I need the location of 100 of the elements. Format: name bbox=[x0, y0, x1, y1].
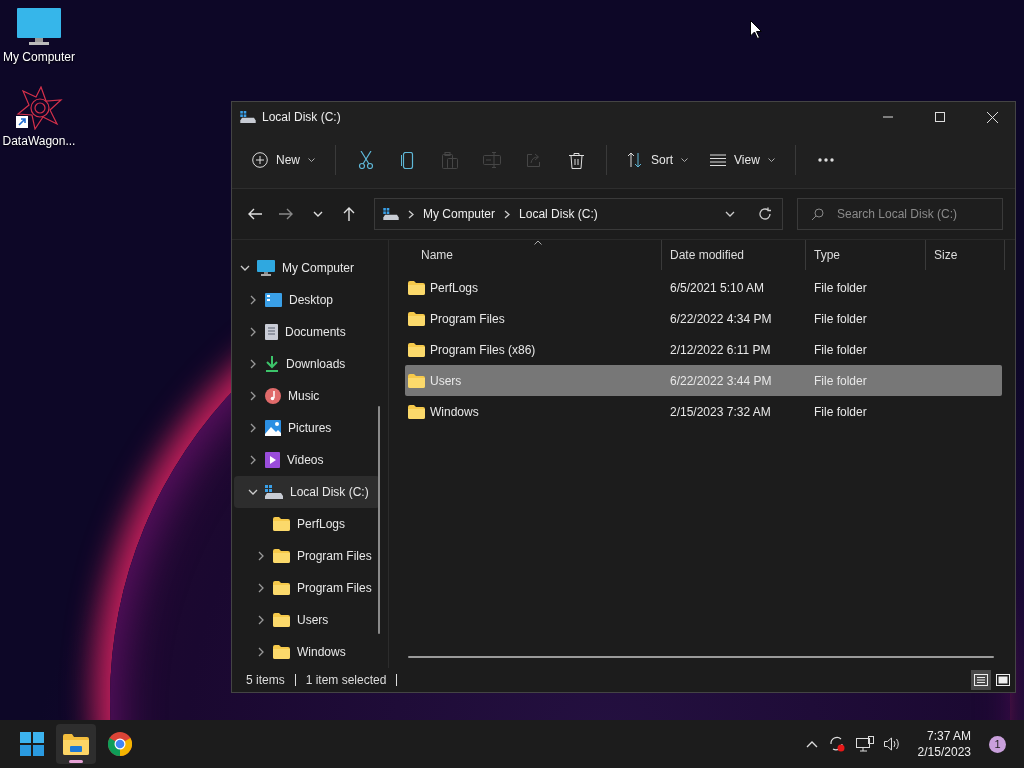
folder-icon bbox=[273, 613, 290, 627]
chevron-down-icon[interactable] bbox=[725, 211, 735, 217]
file-row[interactable]: Windows 2/15/2023 7:32 AM File folder bbox=[405, 396, 1002, 427]
desktop-shortcut[interactable]: DataWagon... bbox=[2, 86, 76, 148]
chevron-right-icon[interactable] bbox=[248, 295, 258, 305]
tiles-view-icon bbox=[996, 674, 1010, 686]
folder-icon bbox=[408, 280, 425, 295]
sidebar-item[interactable]: Documents bbox=[234, 316, 380, 348]
sidebar-item[interactable]: Local Disk (C:) bbox=[234, 476, 380, 508]
clock-date: 2/15/2023 bbox=[917, 744, 971, 760]
scrollbar[interactable] bbox=[408, 656, 994, 658]
sidebar-item[interactable]: Music bbox=[234, 380, 380, 412]
folder-icon bbox=[408, 373, 425, 388]
refresh-icon[interactable] bbox=[758, 207, 772, 221]
speaker-icon[interactable] bbox=[883, 737, 902, 751]
chevron-right-icon[interactable] bbox=[256, 647, 266, 657]
arrow-up-icon bbox=[343, 207, 356, 221]
network-icon[interactable] bbox=[855, 736, 874, 752]
column-header[interactable]: Name bbox=[405, 240, 662, 270]
table-cell-text: 6/5/2021 5:10 AM bbox=[669, 280, 766, 295]
table-cell-text: 2/15/2023 7:32 AM bbox=[669, 404, 772, 419]
sidebar-item[interactable]: Windows bbox=[234, 636, 380, 668]
file-row[interactable]: PerfLogs 6/5/2021 5:10 AM File folder bbox=[405, 272, 1002, 303]
table-cell-text: File folder bbox=[813, 342, 868, 357]
sort-button[interactable]: Sort bbox=[619, 143, 697, 177]
chevron-right-icon[interactable] bbox=[248, 391, 258, 401]
chevron-right-icon[interactable] bbox=[256, 615, 266, 625]
monitor-icon bbox=[17, 8, 61, 46]
item-count: 5 items bbox=[246, 673, 285, 687]
search-field[interactable]: Search Local Disk (C:) bbox=[797, 198, 1003, 230]
breadcrumb[interactable]: My Computer bbox=[423, 207, 496, 221]
chevron-right-icon[interactable] bbox=[256, 551, 266, 561]
clock[interactable]: 7:37 AM 2/15/2023 bbox=[917, 728, 971, 760]
star-emblem-icon bbox=[15, 86, 63, 130]
drive-icon bbox=[240, 111, 256, 123]
drive-icon bbox=[265, 485, 283, 499]
chevron-right-icon[interactable] bbox=[248, 423, 258, 433]
desktop-shortcut[interactable]: My Computer bbox=[3, 8, 75, 64]
sidebar-item[interactable]: PerfLogs bbox=[234, 508, 380, 540]
file-row[interactable]: Program Files (x86) 2/12/2022 6:11 PM File folder bbox=[405, 334, 1002, 365]
chevron-right-icon[interactable] bbox=[248, 359, 258, 369]
plus-circle-icon bbox=[252, 152, 268, 168]
maximize-icon bbox=[935, 112, 945, 122]
paste-icon bbox=[442, 151, 458, 169]
file-name: Users bbox=[430, 373, 462, 388]
music-note-icon bbox=[265, 388, 281, 404]
breadcrumb[interactable]: Local Disk (C:) bbox=[519, 207, 598, 221]
window-title: Local Disk (C:) bbox=[262, 110, 341, 124]
arrow-left-icon bbox=[247, 208, 262, 220]
clock-time: 7:37 AM bbox=[926, 728, 971, 744]
column-header[interactable]: Size bbox=[926, 240, 1005, 270]
download-icon bbox=[265, 356, 279, 372]
chevron-right-icon[interactable] bbox=[256, 583, 266, 593]
table-cell-text: File folder bbox=[813, 280, 868, 295]
sidebar-item[interactable]: My Computer bbox=[234, 252, 380, 284]
file-row[interactable]: Program Files 6/22/2022 4:34 PM File folder bbox=[405, 303, 1002, 334]
sort-arrows-icon bbox=[627, 152, 643, 168]
chevron-up-icon[interactable] bbox=[805, 740, 818, 748]
chevron-right-icon bbox=[408, 209, 414, 219]
folder-icon bbox=[273, 517, 290, 531]
table-cell-text: 2/12/2022 6:11 PM bbox=[669, 342, 772, 357]
sidebar-item[interactable]: Pictures bbox=[234, 412, 380, 444]
view-button[interactable]: View bbox=[702, 143, 783, 177]
sort-caret-icon bbox=[534, 240, 542, 245]
sidebar-item[interactable]: Videos bbox=[234, 444, 380, 476]
document-icon bbox=[265, 324, 278, 340]
monitor-icon bbox=[257, 260, 275, 276]
column-header[interactable]: Date modified bbox=[662, 240, 806, 270]
chevron-down-icon[interactable] bbox=[240, 263, 250, 273]
address-bar[interactable]: My Computer Local Disk (C:) bbox=[374, 198, 783, 230]
file-name: Program Files (x86) bbox=[430, 342, 536, 357]
sync-alert-icon[interactable] bbox=[827, 735, 846, 753]
rename-icon bbox=[483, 152, 501, 168]
caret-down-icon bbox=[308, 157, 315, 163]
folder-icon bbox=[273, 581, 290, 595]
sidebar-item[interactable]: Program Files bbox=[234, 540, 380, 572]
chevron-right-icon[interactable] bbox=[248, 455, 258, 465]
sidebar-item[interactable]: Downloads bbox=[234, 348, 380, 380]
sidebar-item[interactable]: Desktop bbox=[234, 284, 380, 316]
chevron-right-icon[interactable] bbox=[248, 327, 258, 337]
chevron-down-icon[interactable] bbox=[248, 487, 258, 497]
desktop-icon bbox=[265, 293, 282, 307]
sidebar-item[interactable]: Users bbox=[234, 604, 380, 636]
notification-badge[interactable]: 1 bbox=[989, 735, 1006, 753]
scissors-icon bbox=[358, 151, 374, 169]
explorer-taskbar-button[interactable] bbox=[56, 724, 96, 764]
table-cell-text: 6/22/2022 4:34 PM bbox=[669, 311, 773, 326]
column-header[interactable]: Type bbox=[806, 240, 926, 270]
file-name: Windows bbox=[430, 404, 479, 419]
file-row[interactable]: Users 6/22/2022 3:44 PM File folder bbox=[405, 365, 1002, 396]
caret-down-icon bbox=[681, 157, 689, 163]
table-cell-text: File folder bbox=[813, 311, 868, 326]
scrollbar[interactable] bbox=[378, 406, 380, 634]
caret-down-icon bbox=[767, 157, 775, 163]
new-button[interactable]: New bbox=[244, 143, 323, 177]
browser-logo-icon bbox=[108, 732, 132, 756]
arrow-right-icon bbox=[279, 208, 294, 220]
sidebar-item[interactable]: Program Files bbox=[234, 572, 380, 604]
chevron-right-icon bbox=[504, 209, 511, 219]
details-view-button[interactable] bbox=[971, 670, 991, 690]
